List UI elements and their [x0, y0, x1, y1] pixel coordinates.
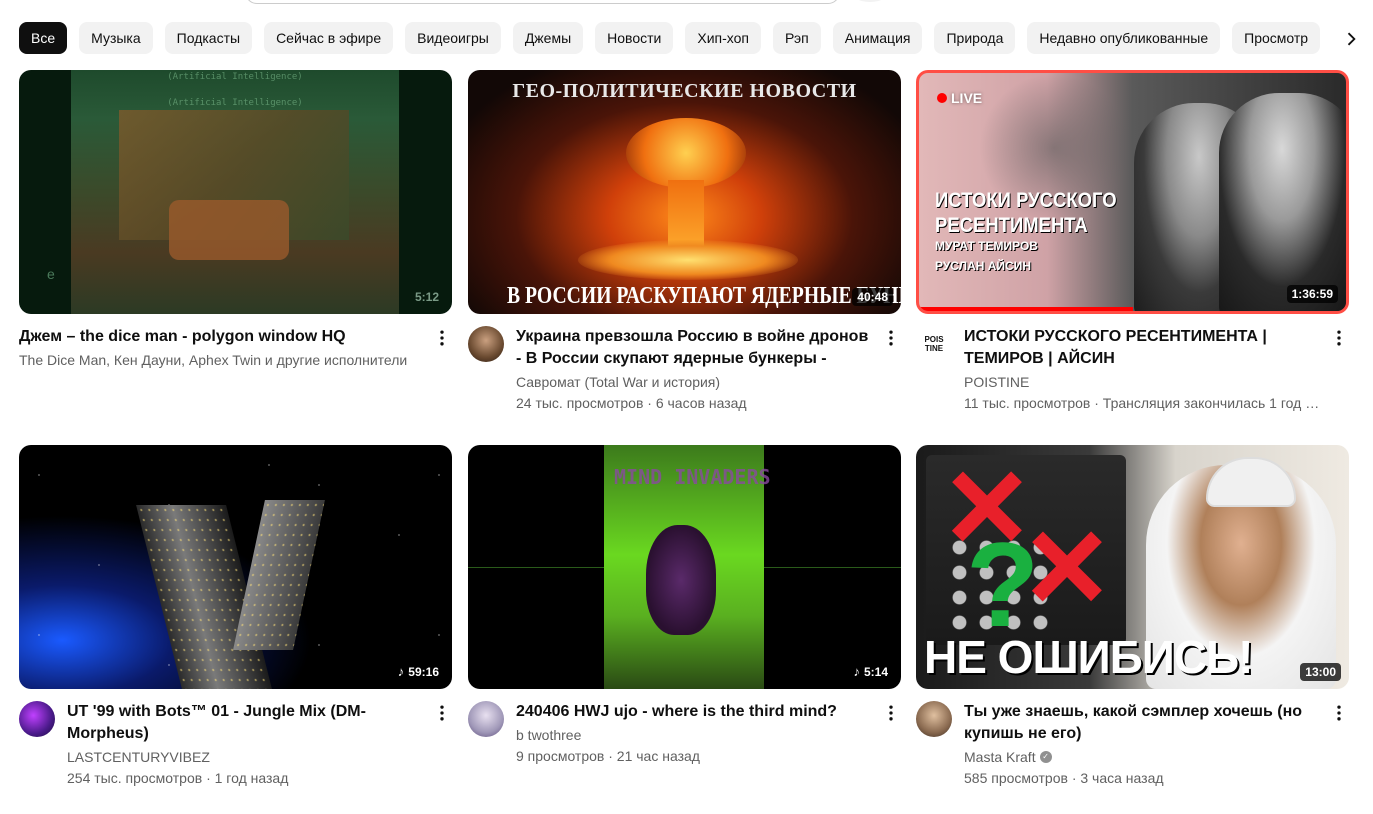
video-stats: 24 тыс. просмотров · 6 часов назад [516, 395, 747, 411]
chip-hiphop[interactable]: Хип-хоп [685, 22, 761, 54]
chip-podcasts[interactable]: Подкасты [164, 22, 253, 54]
video-thumbnail[interactable]: ГЕО-ПОЛИТИЧЕСКИЕ НОВОСТИ В РОССИИ РАСКУП… [468, 70, 901, 314]
channel-name[interactable]: The Dice Man, Кен Дауни, Aphex Twin и др… [19, 350, 428, 370]
video-card[interactable]: MIND INVADERS ♪ 5:14 240406 HWJ ujo - whe… [468, 445, 901, 767]
thumbnail-guests: МУРАТ ТЕМИРОВ РУСЛАН АЙСИН [935, 239, 1038, 273]
more-actions-button[interactable] [879, 701, 903, 725]
video-card[interactable]: LIVE ИСТОКИ РУССКОГО РЕСЕНТИМЕНТА МУРАТ Т… [916, 70, 1349, 414]
video-thumbnail[interactable]: ♪ 59:16 [19, 445, 452, 689]
thumbnail-caption-bottom: В РОССИИ РАСКУПАЮТ ЯДЕРНЫЕ БУНКЕРЫ [506, 283, 901, 309]
video-title[interactable]: 240406 HWJ ujo - where is the third mind… [516, 701, 877, 723]
video-title[interactable]: ИСТОКИ РУССКОГО РЕСЕНТИМЕНТА | ТЕМИРОВ |… [964, 326, 1325, 370]
chip-rap[interactable]: Рэп [772, 22, 821, 54]
duration-badge: 1:36:59 [1286, 285, 1338, 303]
chip-videogames[interactable]: Видеоигры [405, 22, 501, 54]
chip-news[interactable]: Новости [595, 22, 674, 54]
channel-avatar[interactable] [468, 701, 504, 737]
chip-nature[interactable]: Природа [934, 22, 1016, 54]
more-actions-button[interactable] [1327, 326, 1351, 350]
channel-avatar[interactable] [19, 701, 55, 737]
search-bar-edge[interactable] [245, 0, 840, 4]
video-stats: 254 тыс. просмотров · 1 год назад [67, 770, 289, 786]
chip-live[interactable]: Сейчас в эфире [264, 22, 394, 54]
host-right-photo [1219, 93, 1346, 311]
thumbnail-caption-top: ГЕО-ПОЛИТИЧЕСКИЕ НОВОСТИ [512, 80, 857, 102]
chip-recently-uploaded[interactable]: Недавно опубликованные [1027, 22, 1221, 54]
more-actions-button[interactable] [879, 326, 903, 350]
more-vert-icon [889, 705, 893, 721]
video-card[interactable]: (Artificial Intelligence) (Artificial Int… [7, 66, 464, 381]
more-actions-button[interactable] [1327, 701, 1351, 725]
video-title[interactable]: Ты уже знаешь, какой сэмплер хочешь (но … [964, 701, 1325, 745]
watch-progress-bar [919, 307, 1133, 311]
more-vert-icon [440, 705, 444, 721]
more-vert-icon [1337, 705, 1341, 721]
chip-all[interactable]: Все [19, 22, 68, 54]
music-note-icon: ♪ [397, 664, 405, 679]
video-thumbnail[interactable]: LIVE ИСТОКИ РУССКОГО РЕСЕНТИМЕНТА МУРАТ Т… [916, 70, 1349, 314]
duration-badge: 5:12 [414, 290, 439, 304]
channel-avatar[interactable]: POIS TINE [916, 326, 952, 362]
video-title[interactable]: UT '99 with Bots™ 01 - Jungle Mix (DM-Mo… [67, 701, 428, 745]
chip-music[interactable]: Музыка [79, 22, 153, 54]
video-card[interactable]: ГЕО-ПОЛИТИЧЕСКИЕ НОВОСТИ В РОССИИ РАСКУП… [468, 70, 901, 414]
duration-badge: ♪ 59:16 [392, 662, 444, 681]
channel-name[interactable]: b twothree [516, 725, 877, 745]
video-card[interactable]: ♪ 59:16 UT '99 with Bots™ 01 - Jungle Mix… [19, 445, 452, 789]
chip-watched[interactable]: Просмотр [1232, 22, 1321, 54]
chip-animation[interactable]: Анимация [832, 22, 923, 54]
more-actions-button[interactable] [430, 326, 454, 350]
video-thumbnail[interactable]: MIND INVADERS ♪ 5:14 [468, 445, 901, 689]
chevron-right-icon [1347, 32, 1356, 46]
more-vert-icon [889, 330, 893, 346]
video-stats: 585 просмотров · 3 часа назад [964, 770, 1164, 786]
video-title[interactable]: Джем – the dice man - polygon window HQ [19, 326, 428, 348]
duration-badge: 40:48 [852, 288, 893, 306]
channel-avatar[interactable] [468, 326, 504, 362]
thumbnail-sofa [169, 200, 289, 260]
channel-name[interactable]: Masta Kraft ✓ [964, 747, 1325, 767]
thumbnail-headline: НЕ ОШИБИСЬ! [924, 631, 1253, 683]
poster-title: MIND INVADERS [614, 465, 771, 489]
question-mark-icon: ? [966, 518, 1040, 652]
live-dot-icon [937, 93, 947, 103]
channel-name[interactable]: Савромат (Total War и история) [516, 372, 877, 392]
video-title[interactable]: Украина превзошла Россию в войне дронов … [516, 326, 877, 370]
channel-avatar[interactable] [916, 701, 952, 737]
duration-badge: 13:00 [1300, 663, 1341, 681]
channel-name[interactable]: POISTINE [964, 372, 1325, 392]
explosion-base [578, 240, 798, 280]
chips-next-button[interactable] [1320, 20, 1373, 58]
thumbnail-headline: ИСТОКИ РУССКОГО РЕСЕНТИМЕНТА [935, 189, 1117, 237]
more-vert-icon [1337, 330, 1341, 346]
video-card[interactable]: × × ? НЕ ОШИБИСЬ! 13:00 Ты уже знаешь, к… [916, 445, 1349, 789]
duration-badge: ♪ 5:14 [848, 662, 893, 681]
category-chips-bar: Все Музыка Подкасты Сейчас в эфире Видео… [19, 22, 1359, 56]
poster-figure [646, 525, 716, 635]
video-stats: 11 тыс. просмотров · Трансляция закончил… [964, 395, 1325, 411]
more-vert-icon [440, 330, 444, 346]
mushroom-cloud [626, 118, 746, 188]
music-note-icon: ♪ [853, 664, 860, 679]
video-thumbnail[interactable]: (Artificial Intelligence) (Artificial Int… [19, 70, 452, 314]
thumbnail-caption: (Artificial Intelligence) (Artificial Int… [167, 72, 303, 108]
voice-search-button-edge[interactable] [850, 0, 890, 2]
channel-name[interactable]: LASTCENTURYVIBEZ [67, 747, 428, 767]
live-badge: LIVE [937, 90, 982, 106]
video-thumbnail[interactable]: × × ? НЕ ОШИБИСЬ! 13:00 [916, 445, 1349, 689]
verified-check-icon: ✓ [1039, 751, 1052, 763]
video-stats: 9 просмотров · 21 час назад [516, 748, 700, 764]
thumbnail-corner-letter: e [47, 266, 55, 282]
more-actions-button[interactable] [430, 701, 454, 725]
chip-jams[interactable]: Джемы [512, 22, 584, 54]
